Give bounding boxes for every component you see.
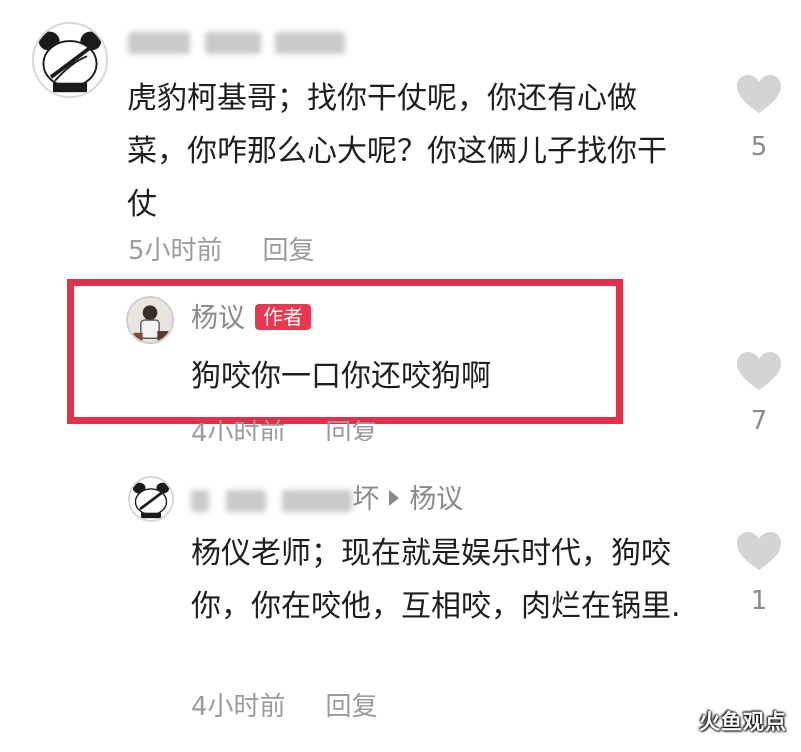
reply-button[interactable]: 回复 bbox=[263, 236, 315, 266]
like-count: 7 bbox=[750, 406, 768, 436]
username-label: 杨议 bbox=[191, 303, 245, 334]
avatar[interactable] bbox=[128, 476, 174, 522]
reply-button[interactable]: 回复 bbox=[326, 692, 378, 722]
blurred-name bbox=[225, 489, 266, 512]
comment-text: 杨仪老师；现在就是娱乐时代，狗咬你，你在咬他，互相咬，肉烂在锅里. bbox=[191, 536, 681, 624]
blurred-name bbox=[282, 489, 353, 512]
blurred-name bbox=[204, 31, 261, 54]
comment-meta: 5小时前 回复 bbox=[128, 236, 315, 266]
comment-meta: 4小时前 回复 bbox=[191, 419, 378, 441]
username-visible-part: 坏 bbox=[352, 484, 380, 515]
reply-arrow-icon bbox=[389, 490, 400, 506]
comment-text: 狗咬你一口你还咬狗啊 bbox=[191, 359, 491, 394]
person-avatar-icon bbox=[128, 298, 172, 342]
watermark: 火鱼观点 bbox=[699, 710, 787, 734]
blurred-name bbox=[191, 489, 209, 512]
reply-to-user[interactable]: 杨议 bbox=[409, 484, 463, 515]
panda-avatar-icon bbox=[38, 31, 102, 93]
author-badge: 作者 bbox=[255, 304, 311, 330]
blurred-name bbox=[275, 31, 346, 54]
heart-icon[interactable] bbox=[737, 352, 781, 392]
heart-icon[interactable] bbox=[737, 532, 781, 572]
comment-username[interactable]: 坏杨议 bbox=[191, 484, 463, 516]
heart-icon[interactable] bbox=[737, 75, 781, 115]
comment-meta: 4小时前 回复 bbox=[191, 692, 378, 722]
avatar[interactable] bbox=[126, 296, 174, 344]
reply-button[interactable]: 回复 bbox=[326, 419, 378, 441]
comment-time: 4小时前 bbox=[191, 692, 286, 722]
comment-thread: 虎豹柯基哥；找你干仗呢，你还有心做菜，你咋那么心大呢？你这俩儿子找你干仗 5小时… bbox=[0, 0, 801, 752]
comment-time: 5小时前 bbox=[128, 236, 223, 266]
avatar[interactable] bbox=[32, 22, 108, 98]
like-count: 1 bbox=[750, 586, 768, 616]
comment-text: 虎豹柯基哥；找你干仗呢，你还有心做菜，你咋那么心大呢？你这俩儿子找你干仗 bbox=[127, 81, 667, 222]
comment-username[interactable] bbox=[128, 26, 346, 58]
comment-time: 4小时前 bbox=[191, 419, 286, 441]
like-count: 5 bbox=[750, 132, 768, 162]
panda-avatar-icon bbox=[132, 482, 170, 519]
comment-username[interactable]: 杨议 作者 bbox=[191, 303, 311, 335]
blurred-name bbox=[128, 31, 190, 54]
